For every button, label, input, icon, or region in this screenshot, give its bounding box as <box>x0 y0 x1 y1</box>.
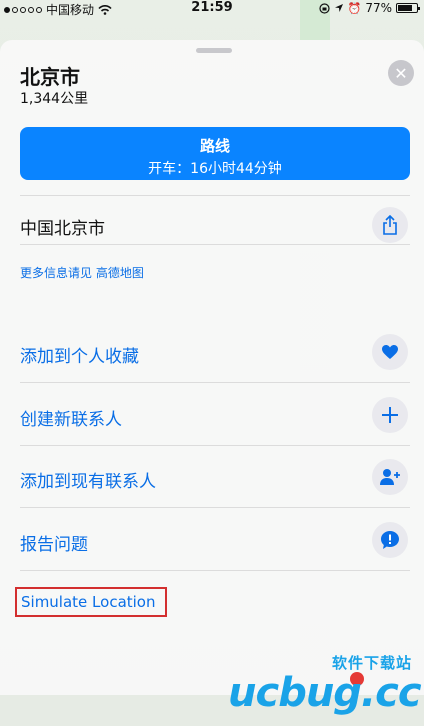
share-icon <box>383 215 397 235</box>
sheet-grabber[interactable] <box>196 48 232 53</box>
report-icon <box>381 531 399 549</box>
plus-icon <box>382 407 398 423</box>
divider <box>20 382 410 383</box>
add-existing-contact-button[interactable] <box>372 459 408 495</box>
heart-icon <box>382 345 398 359</box>
add-contact-icon <box>380 469 400 485</box>
address-label: 中国北京市 <box>20 219 105 239</box>
favorites-button[interactable] <box>372 334 408 370</box>
battery-icon <box>396 3 420 13</box>
watermark-logo: 软件下载站 ucbug.cc <box>228 652 422 726</box>
divider <box>20 507 410 508</box>
watermark-brand: ucbug.cc <box>228 670 422 716</box>
report-problem-button[interactable] <box>372 522 408 558</box>
route-button[interactable]: 路线 开车：16小时44分钟 <box>20 127 410 180</box>
divider <box>20 570 410 571</box>
add-to-existing-contact-label: 添加到现有联系人 <box>20 472 156 492</box>
close-button[interactable]: ✕ <box>388 60 414 86</box>
create-contact-row[interactable]: 创建新联系人 <box>0 385 424 445</box>
divider <box>20 244 410 245</box>
status-right: ⏰ 77% <box>319 1 420 15</box>
add-to-existing-contact-row[interactable]: 添加到现有联系人 <box>0 447 424 507</box>
close-icon: ✕ <box>394 63 408 83</box>
add-to-favorites-row[interactable]: 添加到个人收藏 <box>0 322 424 382</box>
status-bar: 中国移动 21:59 ⏰ 77% <box>0 0 424 17</box>
place-card: 北京市 1,344公里 ✕ 路线 开车：16小时44分钟 中国北京市 更多信息请… <box>0 40 424 716</box>
create-contact-label: 创建新联系人 <box>20 410 122 430</box>
divider <box>20 445 410 446</box>
share-button[interactable] <box>372 207 408 243</box>
simulate-location-button[interactable]: Simulate Location <box>15 587 167 617</box>
add-to-favorites-label: 添加到个人收藏 <box>20 347 139 367</box>
location-arrow-icon <box>334 4 343 12</box>
place-title: 北京市 <box>20 65 80 89</box>
place-distance: 1,344公里 <box>20 91 89 107</box>
address-row: 中国北京市 <box>0 200 424 250</box>
route-button-eta: 开车：16小时44分钟 <box>148 161 282 177</box>
orientation-lock-icon <box>319 2 330 14</box>
divider <box>20 195 410 196</box>
route-button-title: 路线 <box>199 137 230 155</box>
report-problem-label: 报告问题 <box>20 535 88 555</box>
report-problem-row[interactable]: 报告问题 <box>0 510 424 570</box>
more-info-link[interactable]: 更多信息请见 高德地图 <box>20 264 144 281</box>
battery-percent: 77% <box>365 1 392 15</box>
create-contact-button[interactable] <box>372 397 408 433</box>
alarm-icon: ⏰ <box>347 1 362 15</box>
